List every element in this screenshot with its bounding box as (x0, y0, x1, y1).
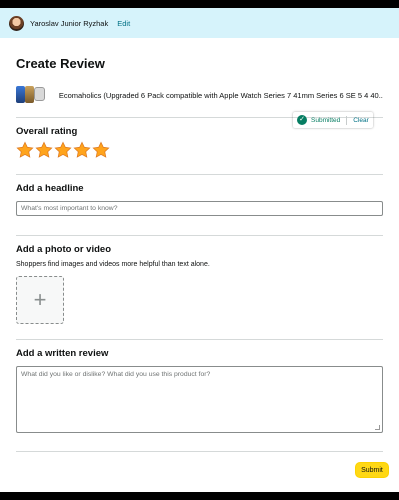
star-icon[interactable] (54, 141, 72, 159)
star-icon[interactable] (92, 141, 110, 159)
product-name: Ecomaholics (Upgraded 6 Pack compatible … (58, 90, 383, 100)
edit-link[interactable]: Edit (117, 19, 130, 28)
photo-title: Add a photo or video (16, 244, 111, 255)
headline-section: Add a headline What's most important to … (16, 175, 383, 235)
submit-button[interactable]: Submit (355, 462, 389, 478)
rating-status-box: ✓ Submitted Clear (293, 112, 373, 128)
headline-title: Add a headline (16, 183, 84, 194)
submitted-status: Submitted (311, 116, 341, 124)
photo-upload-button[interactable]: + (16, 276, 64, 324)
check-icon: ✓ (297, 115, 307, 125)
photo-subtitle: Shoppers find images and videos more hel… (16, 261, 210, 268)
user-name: Yaroslav Junior Ryzhak (30, 18, 109, 28)
star-icon[interactable] (35, 141, 53, 159)
page-title: Create Review (16, 56, 105, 71)
written-review-title: Add a written review (16, 348, 109, 359)
star-rating[interactable] (16, 141, 383, 159)
avatar[interactable] (9, 15, 24, 31)
written-review-textarea[interactable]: What did you like or dislike? What did y… (16, 366, 383, 433)
resize-handle-icon[interactable] (375, 425, 380, 430)
written-review-placeholder: What did you like or dislike? What did y… (21, 371, 211, 378)
headline-input[interactable]: What's most important to know? (16, 201, 383, 216)
clear-button[interactable]: Clear (353, 117, 369, 124)
star-icon[interactable] (73, 141, 91, 159)
divider (16, 451, 383, 452)
top-bar: Yaroslav Junior Ryzhak Edit (0, 8, 399, 38)
written-review-section: Add a written review What did you like o… (16, 340, 383, 451)
review-screen: Yaroslav Junior Ryzhak Edit Create Revie… (0, 8, 399, 492)
star-icon[interactable] (16, 141, 34, 159)
photo-section: Add a photo or video Shoppers find image… (16, 236, 383, 339)
product-summary: Ecomaholics (Upgraded 6 Pack compatible … (16, 85, 383, 105)
status-separator (346, 115, 348, 125)
rating-section: Overall rating ✓ Submitted Clear (16, 115, 383, 174)
plus-icon: + (33, 287, 47, 312)
main-content: Create Review Ecomaholics (Upgraded 6 Pa… (0, 56, 399, 452)
product-thumbnail (16, 85, 46, 105)
